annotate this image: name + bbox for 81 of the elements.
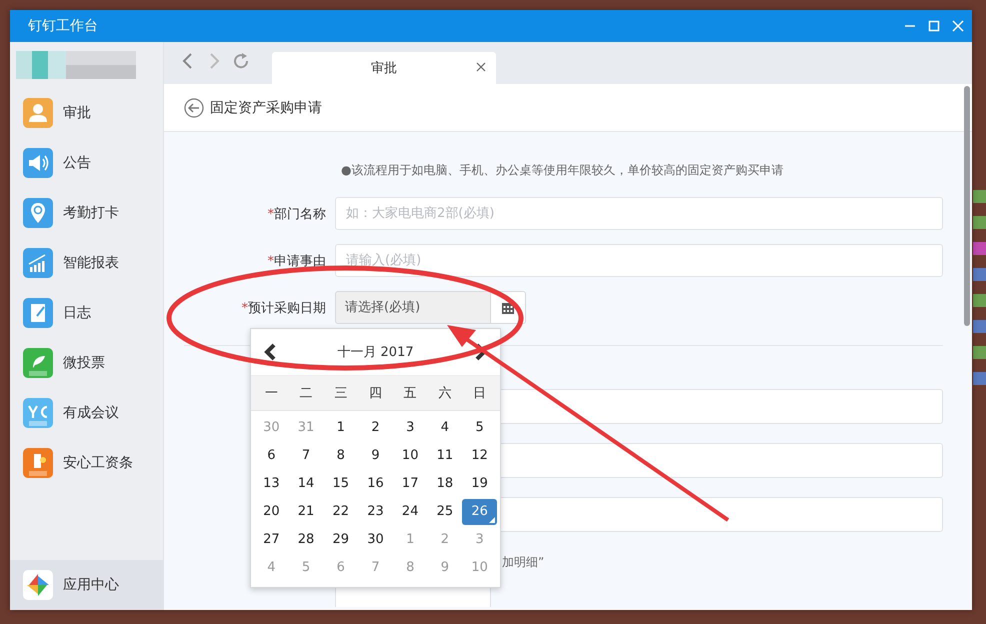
weekday-label: 二	[298, 385, 314, 402]
sidebar-item[interactable]: 审批	[10, 88, 163, 138]
calendar-day[interactable]: 19	[462, 471, 497, 497]
location-pin-icon	[23, 198, 53, 228]
hint-text: 加明细”	[502, 554, 546, 571]
calendar-day[interactable]: 29	[323, 527, 358, 553]
sidebar-item[interactable]: 公告	[10, 138, 163, 188]
weekday-label: 一	[264, 385, 279, 402]
sidebar-item[interactable]: 智能报表	[10, 238, 163, 288]
calendar-day[interactable]: 27	[254, 527, 289, 553]
weekday-label: 六	[437, 385, 452, 402]
calendar-day[interactable]: 17	[392, 471, 428, 497]
window-title: 钉钉工作台	[28, 17, 99, 35]
notebook-icon	[23, 298, 53, 328]
file-icon[interactable]	[973, 320, 986, 333]
document-icon	[23, 448, 53, 478]
input-field[interactable]: 如：大家电电商2部(必填)	[335, 197, 943, 230]
weekday-label: 日	[472, 385, 488, 402]
pinwheel-icon	[23, 570, 53, 600]
calendar-day[interactable]: 2	[358, 415, 393, 441]
calendar-day[interactable]: 1	[323, 415, 358, 441]
calendar-day[interactable]: 25	[428, 499, 462, 525]
calendar-title: 十一月 2017	[337, 344, 414, 361]
file-icon[interactable]	[973, 294, 986, 307]
description-text: ●该流程用于如电脑、手机、办公桌等使用年限较久，单价较高的固定资产购买申请	[341, 162, 784, 179]
sidebar-item[interactable]: 有成会议	[10, 388, 163, 438]
calendar-day[interactable]: 9	[358, 443, 393, 469]
calendar-day[interactable]: 22	[323, 499, 358, 525]
maximize-icon[interactable]	[928, 20, 940, 32]
field-label: *预计采购日期	[240, 300, 327, 316]
calendar-day[interactable]: 14	[288, 471, 324, 497]
reload-icon[interactable]	[232, 52, 250, 70]
date-field[interactable]: 请选择(必填)	[335, 291, 491, 324]
calendar-day[interactable]: 10	[392, 443, 428, 469]
calendar-day[interactable]: 12	[462, 443, 497, 469]
calendar-day[interactable]: 13	[254, 471, 289, 497]
calendar-day[interactable]: 5	[462, 415, 497, 441]
calendar-day[interactable]: 30	[358, 527, 393, 553]
speaker-icon	[23, 148, 53, 178]
calendar-day[interactable]: 7	[288, 443, 324, 469]
sidebar-item[interactable]: 考勤打卡	[10, 188, 163, 238]
input-field[interactable]	[335, 586, 491, 607]
sidebar-item[interactable]: 安心工资条	[10, 438, 163, 488]
weekday-label: 五	[402, 385, 418, 402]
calendar-day[interactable]: 15	[323, 471, 358, 497]
calendar-day[interactable]: 6	[254, 443, 289, 469]
calendar-day[interactable]: 20	[254, 499, 289, 525]
file-icon[interactable]	[973, 190, 986, 203]
letters-icon	[23, 398, 53, 428]
bar-chart-icon	[23, 248, 53, 278]
calendar-day[interactable]: 28	[288, 527, 324, 553]
calendar-day[interactable]: 11	[428, 443, 462, 469]
field-label: *部门名称	[266, 206, 327, 222]
tab[interactable]: 审批	[272, 52, 496, 84]
file-icon[interactable]	[973, 346, 986, 359]
close-icon[interactable]	[476, 62, 486, 72]
person-icon	[23, 98, 53, 128]
calendar-day[interactable]: 26	[462, 499, 497, 525]
weekday-label: 四	[368, 385, 383, 402]
page-title: 固定资产采购申请	[210, 98, 322, 116]
file-icon[interactable]	[973, 242, 986, 255]
field-label: *申请事由	[266, 252, 327, 270]
file-icon[interactable]	[973, 268, 986, 281]
file-icon[interactable]	[973, 372, 986, 385]
weekday-label: 三	[333, 385, 348, 402]
calendar-day[interactable]: 16	[358, 471, 393, 497]
calendar-day[interactable]: 3	[392, 415, 428, 441]
calendar-day[interactable]: 24	[392, 499, 428, 525]
calendar-day[interactable]: 18	[428, 471, 462, 497]
sidebar-item[interactable]: 日志	[10, 288, 163, 338]
input-field[interactable]: 请输入(必填)	[335, 244, 943, 277]
sidebar-item[interactable]: 应用中心	[10, 560, 163, 610]
sidebar-item[interactable]: 微投票	[10, 338, 163, 388]
leaf-icon	[23, 348, 53, 378]
calendar-day[interactable]: 21	[288, 499, 324, 525]
calendar-day[interactable]: 23	[358, 499, 393, 525]
calendar-day[interactable]: 8	[323, 443, 358, 469]
previous-icon[interactable]	[263, 343, 277, 361]
file-icon[interactable]	[973, 216, 986, 229]
scrollbar[interactable]	[964, 86, 970, 326]
calendar-day[interactable]: 4	[428, 415, 462, 441]
